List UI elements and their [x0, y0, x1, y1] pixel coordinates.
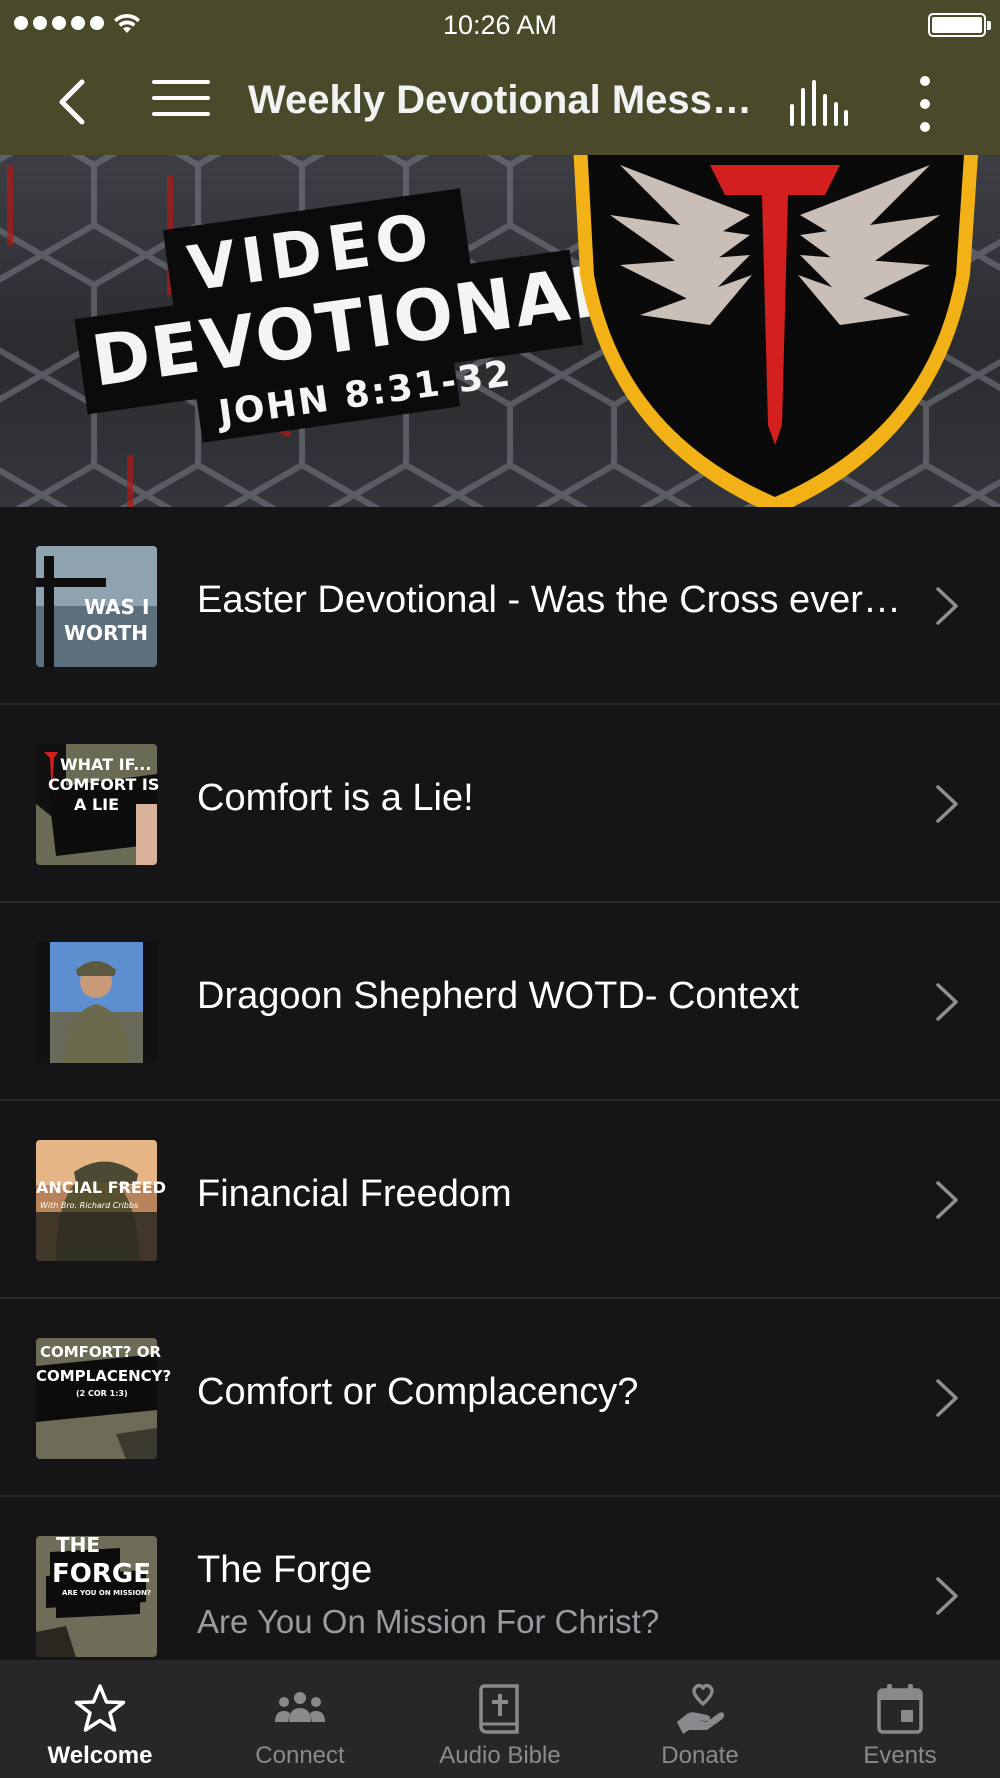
star-icon	[74, 1684, 126, 1732]
audio-player-button[interactable]	[788, 78, 848, 128]
tab-label: Events	[863, 1742, 937, 1769]
thumbnail-caption: A LIE	[74, 795, 120, 814]
calendar-icon	[877, 1684, 923, 1734]
list-item-title: The Forge	[197, 1549, 373, 1591]
tab-welcome[interactable]: Welcome	[0, 1660, 200, 1778]
tab-label: Welcome	[47, 1742, 153, 1769]
list-item[interactable]: WAS I WORTH Easter Devotional - Was the …	[0, 507, 1000, 705]
list-item[interactable]: Dragoon Shepherd WOTD- Context	[0, 903, 1000, 1101]
status-time: 10:26 AM	[442, 10, 558, 40]
tab-label: Donate	[661, 1742, 739, 1769]
donate-hand-heart-icon	[677, 1683, 725, 1734]
thumbnail-caption: (2 COR 1:3)	[76, 1389, 128, 1398]
chevron-right-icon	[936, 587, 958, 625]
hamburger-menu-button[interactable]	[152, 80, 210, 124]
bottom-tab-bar: Welcome Connect Audio Bible Donate Event…	[0, 1660, 1000, 1778]
thumbnail-caption: ANCIAL FREED	[36, 1178, 167, 1197]
chevron-right-icon	[936, 983, 958, 1021]
page-title: Weekly Devotional Messages	[248, 78, 758, 122]
tab-label: Connect	[255, 1742, 345, 1769]
devotional-list: WAS I WORTH Easter Devotional - Was the …	[0, 507, 1000, 1660]
thumbnail-caption: COMPLACENCY?	[36, 1367, 172, 1385]
thumbnail-caption: FORGE	[52, 1559, 151, 1589]
thumbnail-caption: THE	[56, 1533, 101, 1557]
list-item[interactable]: COMFORT? OR COMPLACENCY? (2 COR 1:3) Com…	[0, 1299, 1000, 1497]
more-vertical-icon	[920, 76, 930, 86]
list-item-title: Financial Freedom	[197, 1173, 512, 1215]
video-devotionals-banner: VIDEO DEVOTIONALS JOHN 8:31-32	[0, 155, 1000, 507]
thumbnail-caption: ARE YOU ON MISSION?	[62, 1589, 151, 1597]
list-item[interactable]: THE FORGE ARE YOU ON MISSION? The Forge …	[0, 1497, 1000, 1660]
chevron-right-icon	[936, 1181, 958, 1219]
navigation-bar: Weekly Devotional Messages	[0, 50, 1000, 155]
battery-icon	[928, 13, 991, 37]
tab-events[interactable]: Events	[800, 1660, 1000, 1778]
group-icon	[275, 1692, 325, 1722]
chevron-right-icon	[936, 1379, 958, 1417]
list-item-title: Easter Devotional - Was the Cross every …	[197, 579, 917, 621]
list-item-title: Comfort is a Lie!	[197, 777, 474, 819]
thumbnail-caption: With Bro. Richard Cribbs	[40, 1201, 139, 1210]
list-item-subtitle: Are You On Mission For Christ?	[197, 1603, 660, 1640]
back-button[interactable]	[50, 74, 100, 130]
thumbnail-caption: COMFORT? OR	[40, 1343, 162, 1361]
thumbnail-caption: WHAT IF...	[60, 755, 152, 774]
status-bar: 10:26 AM	[0, 0, 1000, 50]
thumbnail-caption: WORTH	[64, 621, 148, 645]
thumbnail-caption: WAS I	[84, 595, 150, 619]
equalizer-icon	[790, 80, 848, 126]
thumbnail-caption: COMFORT IS	[48, 775, 160, 794]
hamburger-icon	[152, 80, 210, 84]
tab-audio-bible[interactable]: Audio Bible	[400, 1660, 600, 1778]
tab-connect[interactable]: Connect	[200, 1660, 400, 1778]
list-item-title: Dragoon Shepherd WOTD- Context	[197, 975, 799, 1017]
tab-donate[interactable]: Donate	[600, 1660, 800, 1778]
tab-label: Audio Bible	[439, 1742, 561, 1769]
more-options-button[interactable]	[910, 76, 940, 132]
list-item-title: Comfort or Complacency?	[197, 1371, 639, 1413]
winged-cross-shield-logo	[573, 155, 978, 507]
chevron-right-icon	[936, 1577, 958, 1615]
bible-icon	[479, 1684, 519, 1734]
list-item[interactable]: WHAT IF... COMFORT IS A LIE Comfort is a…	[0, 705, 1000, 903]
chevron-right-icon	[936, 785, 958, 823]
list-item-thumbnail	[36, 942, 157, 1063]
list-item[interactable]: ANCIAL FREED With Bro. Richard Cribbs Fi…	[0, 1101, 1000, 1299]
